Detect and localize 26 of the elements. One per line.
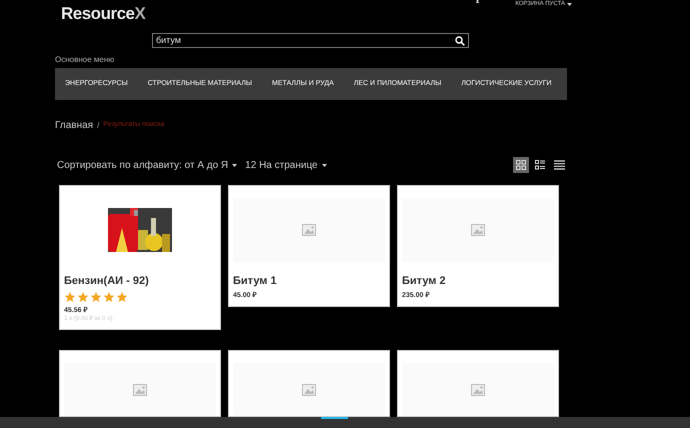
star-icon: [64, 291, 76, 303]
star-icon: [116, 291, 128, 303]
menu-title: Основное меню: [55, 55, 116, 65]
sort-dropdown[interactable]: Сортировать по алфавиту: от А до Я: [57, 158, 238, 172]
caret-icon: [322, 164, 327, 166]
image-placeholder-icon: [302, 384, 316, 396]
breadcrumb-separator: /: [97, 120, 100, 132]
user-icon[interactable]: [475, 0, 480, 3]
product-name[interactable]: Бензин(АИ - 92): [64, 274, 216, 288]
per-page-dropdown[interactable]: 12 На странице: [245, 158, 327, 172]
image-placeholder-icon: [471, 384, 485, 396]
caret-icon: [566, 3, 572, 6]
image-placeholder-icon: [471, 224, 485, 236]
star-icon: [103, 291, 115, 303]
caret-icon: [232, 164, 238, 166]
search-field[interactable]: битум: [152, 33, 469, 48]
search-icon[interactable]: [455, 36, 465, 46]
image-placeholder-icon: [302, 224, 316, 236]
grid-view-button[interactable]: [513, 157, 529, 173]
image-placeholder-icon: [133, 384, 147, 396]
logo[interactable]: ResourceX: [61, 1, 146, 26]
star-icon: [77, 291, 89, 303]
product-name[interactable]: Битум 1: [233, 274, 385, 288]
breadcrumb-link[interactable]: Главная: [55, 118, 94, 133]
star-icon: [90, 291, 102, 303]
product-name[interactable]: Битум 2: [402, 274, 554, 288]
